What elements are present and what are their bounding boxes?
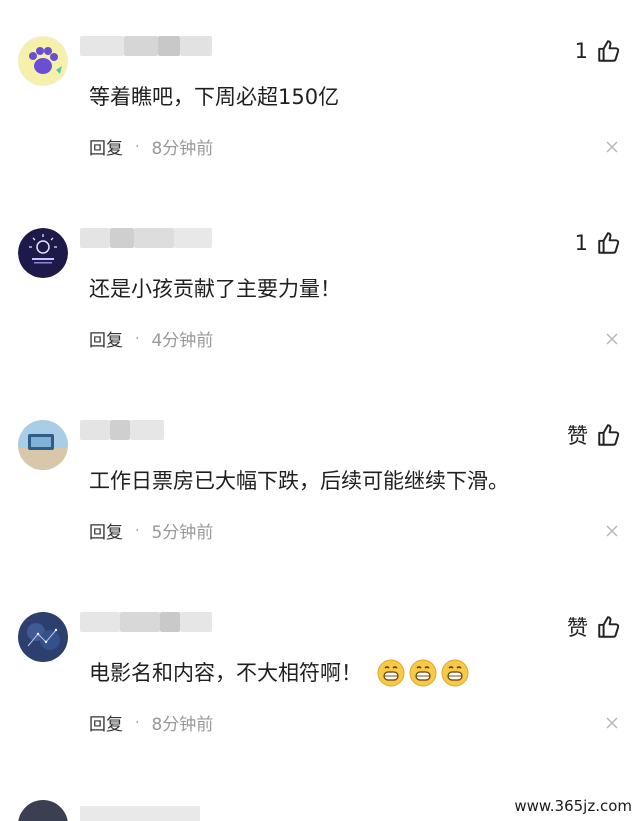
comment-meta: 回复 · 5分钟前 <box>89 518 214 544</box>
comment-text: 电影名和内容，不大相符啊！ <box>89 661 362 685</box>
username-blurred[interactable] <box>80 416 212 442</box>
grinning-face-emoji <box>377 659 405 687</box>
comment-item: 1 等着瞧吧，下周必超150亿 回复 · 8分钟前 <box>0 30 640 220</box>
grinning-face-emoji <box>409 659 437 687</box>
timestamp: 8分钟前 <box>151 715 214 735</box>
sky-photo-avatar[interactable] <box>18 420 68 470</box>
comment-meta: 回复 · 8分钟前 <box>89 710 214 736</box>
comment-meta: 回复 · 8分钟前 <box>89 134 214 160</box>
like-count: 1 <box>574 231 588 255</box>
comment-list: 1 等着瞧吧，下周必超150亿 回复 · 8分钟前 1 还是小孩贡献了主要力量！… <box>0 0 640 821</box>
like-button[interactable]: 1 <box>575 228 622 258</box>
close-icon[interactable] <box>606 333 618 345</box>
close-icon[interactable] <box>606 717 618 729</box>
thumbs-up-icon <box>598 232 620 254</box>
like-label: 赞 <box>567 616 588 640</box>
username-blurred[interactable] <box>80 32 212 58</box>
like-button[interactable]: 赞 <box>567 420 622 450</box>
comment-item: 1 还是小孩贡献了主要力量！ 回复 · 4分钟前 <box>0 222 640 412</box>
like-count: 1 <box>574 39 588 63</box>
watermark: www.365jz.com <box>512 797 634 815</box>
grinning-face-emoji <box>441 659 469 687</box>
thumbs-up-icon <box>598 616 620 638</box>
separator-dot: · <box>135 522 140 539</box>
dark-navy-logo-avatar[interactable] <box>18 228 68 278</box>
thumbs-up-icon <box>598 424 620 446</box>
username-blurred[interactable] <box>80 608 212 634</box>
comment-item: 赞 电影名和内容，不大相符啊！ 回复 · 8分钟前 <box>0 606 640 796</box>
separator-dot: · <box>135 138 140 155</box>
comment-item: 赞 工作日票房已大幅下跌，后续可能继续下滑。 回复 · 5分钟前 <box>0 414 640 604</box>
reply-button[interactable]: 回复 <box>89 710 123 735</box>
comment-text: 工作日票房已大幅下跌，后续可能继续下滑。 <box>89 469 509 493</box>
timestamp: 8分钟前 <box>151 139 214 159</box>
reply-button[interactable]: 回复 <box>89 134 123 159</box>
reply-button[interactable]: 回复 <box>89 518 123 543</box>
thumbs-up-icon <box>598 40 620 62</box>
avatar-partial[interactable] <box>18 800 68 821</box>
username-blurred-partial <box>80 806 200 821</box>
night-sky-avatar[interactable] <box>18 612 68 662</box>
timestamp: 4分钟前 <box>151 331 214 351</box>
like-button[interactable]: 1 <box>575 36 622 66</box>
purple-paw-avatar[interactable] <box>18 36 68 86</box>
separator-dot: · <box>135 330 140 347</box>
comment-text: 还是小孩贡献了主要力量！ <box>89 277 341 301</box>
separator-dot: · <box>135 714 140 731</box>
timestamp: 5分钟前 <box>151 523 214 543</box>
comment-meta: 回复 · 4分钟前 <box>89 326 214 352</box>
close-icon[interactable] <box>606 525 618 537</box>
reply-button[interactable]: 回复 <box>89 326 123 351</box>
username-blurred[interactable] <box>80 224 212 250</box>
like-button[interactable]: 赞 <box>567 612 622 642</box>
comment-text: 等着瞧吧，下周必超150亿 <box>89 85 340 109</box>
comment-text-row: 电影名和内容，不大相符啊！ <box>89 658 470 688</box>
emoji-group <box>376 658 470 688</box>
close-icon[interactable] <box>606 141 618 153</box>
like-label: 赞 <box>567 424 588 448</box>
